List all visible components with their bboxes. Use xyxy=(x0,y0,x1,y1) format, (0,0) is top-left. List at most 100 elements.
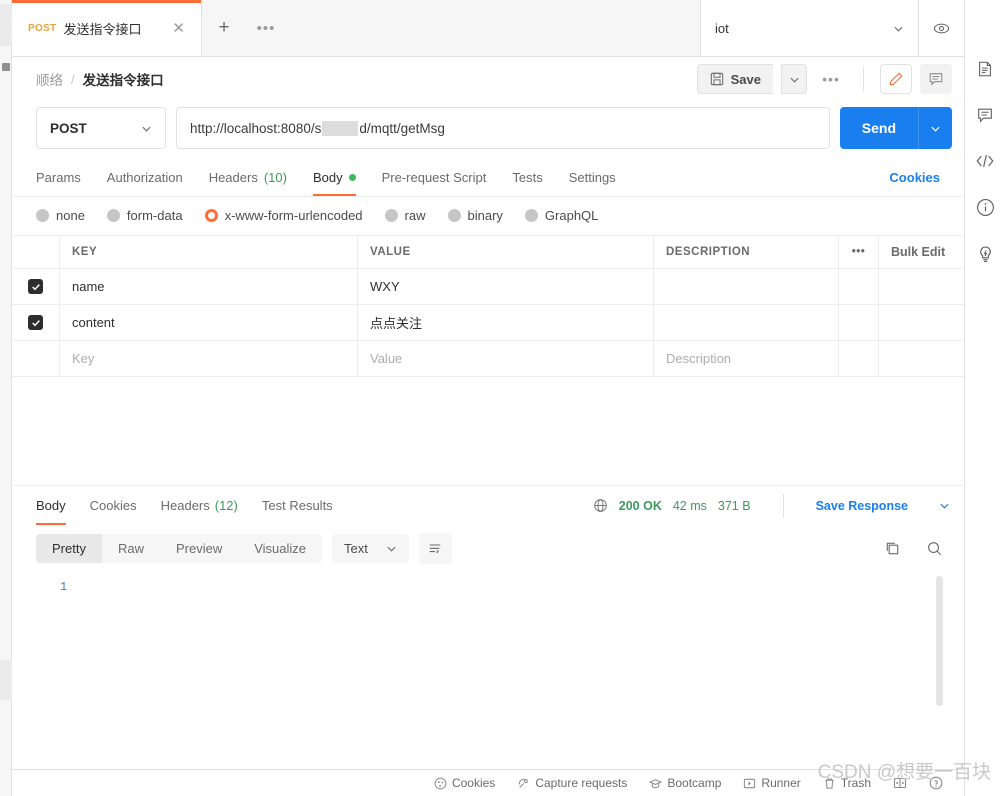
documentation-icon[interactable] xyxy=(976,60,994,78)
table-more-options-button[interactable]: ••• xyxy=(839,236,879,268)
breadcrumb-separator: / xyxy=(71,71,75,87)
wrap-lines-button[interactable] xyxy=(418,533,452,564)
breadcrumb-bar: 顺络 / 发送指令接口 Save ••• xyxy=(12,57,964,101)
body-type-raw[interactable]: raw xyxy=(384,208,426,223)
layout-toggle-button[interactable] xyxy=(882,776,918,790)
tab-strip: POST 发送指令接口 ✕ + ••• iot xyxy=(12,0,964,57)
code-icon[interactable] xyxy=(975,152,995,170)
sidebar-expand-handle[interactable] xyxy=(2,63,10,71)
tab-authorization[interactable]: Authorization xyxy=(107,159,183,196)
breadcrumb-collection[interactable]: 顺络 xyxy=(36,69,63,89)
close-icon[interactable]: ✕ xyxy=(170,21,187,36)
new-key-input[interactable]: Key xyxy=(60,341,358,376)
tab-more-button[interactable]: ••• xyxy=(246,0,286,56)
runner-icon xyxy=(743,777,756,790)
environment-quick-look-button[interactable] xyxy=(919,0,964,56)
cookies-link[interactable]: Cookies xyxy=(889,170,940,185)
body-type-binary[interactable]: binary xyxy=(447,208,503,223)
row-value[interactable]: 点点关注 xyxy=(358,305,654,340)
copy-response-button[interactable] xyxy=(876,534,908,564)
response-tab-body[interactable]: Body xyxy=(36,486,66,526)
response-view-segmented-control: Pretty Raw Preview Visualize xyxy=(36,534,323,563)
status-capture-requests-label: Capture requests xyxy=(535,776,628,790)
sidebar-bottom-block xyxy=(0,660,12,700)
comment-icon xyxy=(928,71,944,87)
tab-params[interactable]: Params xyxy=(36,159,81,196)
save-button[interactable]: Save xyxy=(696,64,773,94)
table-row[interactable]: content 点点关注 xyxy=(12,305,964,341)
comments-icon[interactable] xyxy=(976,106,994,124)
http-method-select[interactable]: POST xyxy=(36,107,166,149)
save-response-button[interactable]: Save Response xyxy=(816,499,908,513)
edit-request-button[interactable] xyxy=(880,64,912,94)
view-raw[interactable]: Raw xyxy=(102,534,160,563)
tab-headers[interactable]: Headers (10) xyxy=(209,159,287,196)
send-options-button[interactable] xyxy=(918,107,952,149)
body-type-graphql[interactable]: GraphQL xyxy=(524,208,598,223)
save-options-button[interactable] xyxy=(781,64,807,94)
new-value-input[interactable]: Value xyxy=(358,341,654,376)
status-runner-button[interactable]: Runner xyxy=(732,776,811,790)
table-row-empty[interactable]: Key Value Description xyxy=(12,341,964,377)
lightbulb-icon[interactable] xyxy=(976,245,995,264)
status-trash-button[interactable]: Trash xyxy=(812,776,882,790)
send-button-label: Send xyxy=(861,120,896,136)
collapsed-sidebar[interactable] xyxy=(0,0,12,796)
send-button[interactable]: Send xyxy=(839,107,952,149)
row-checkbox-empty[interactable] xyxy=(12,341,60,376)
row-checkbox[interactable] xyxy=(12,269,60,304)
table-row[interactable]: name WXY xyxy=(12,269,964,305)
response-tab-headers-count: (12) xyxy=(214,498,238,513)
save-response-caret-icon[interactable] xyxy=(939,500,950,511)
help-button[interactable] xyxy=(918,776,954,790)
response-tab-cookies-label: Cookies xyxy=(89,498,137,513)
response-tab-cookies[interactable]: Cookies xyxy=(90,486,137,526)
response-body-editor[interactable]: 1 xyxy=(12,572,964,769)
row-checkbox[interactable] xyxy=(12,305,60,340)
view-visualize[interactable]: Visualize xyxy=(238,534,322,563)
tab-pre-request-script[interactable]: Pre-request Script xyxy=(382,159,487,196)
body-type-form-data[interactable]: form-data xyxy=(106,208,183,223)
view-pretty[interactable]: Pretty xyxy=(36,534,102,563)
new-description-input[interactable]: Description xyxy=(654,341,839,376)
status-bootcamp-button[interactable]: Bootcamp xyxy=(638,776,732,790)
tab-body[interactable]: Body xyxy=(312,159,356,196)
search-response-button[interactable] xyxy=(918,534,950,564)
row-spacer-dots xyxy=(839,341,879,376)
environment-selector[interactable]: iot xyxy=(701,0,919,56)
info-icon[interactable] xyxy=(976,198,995,217)
tab-title-label: 发送指令接口 xyxy=(63,21,142,37)
tab-strip-spacer xyxy=(286,0,701,56)
response-format-select[interactable]: Text xyxy=(332,534,409,563)
row-key[interactable]: name xyxy=(60,269,358,304)
checkbox-checked-icon xyxy=(28,315,43,330)
bulk-edit-button[interactable]: Bulk Edit xyxy=(879,236,964,268)
request-tab-active[interactable]: POST 发送指令接口 ✕ xyxy=(12,0,202,56)
response-tab-headers[interactable]: Headers (12) xyxy=(161,486,238,526)
row-description[interactable] xyxy=(654,269,839,304)
row-description[interactable] xyxy=(654,305,839,340)
row-spacer-dots xyxy=(839,269,879,304)
chevron-down-icon xyxy=(141,123,152,134)
tab-body-label: Body xyxy=(312,170,343,185)
status-cookies-button[interactable]: Cookies xyxy=(423,776,506,790)
tab-tests[interactable]: Tests xyxy=(512,159,542,196)
response-scrollbar[interactable] xyxy=(936,576,943,706)
url-redacted-segment xyxy=(322,120,359,136)
new-tab-button[interactable]: + xyxy=(202,0,246,56)
tab-settings[interactable]: Settings xyxy=(569,159,616,196)
response-size: 371 B xyxy=(717,498,751,513)
header-key: KEY xyxy=(60,236,358,268)
view-preview[interactable]: Preview xyxy=(160,534,238,563)
status-capture-requests-button[interactable]: Capture requests xyxy=(506,776,638,790)
request-more-actions-button[interactable]: ••• xyxy=(815,64,847,94)
body-type-urlencoded[interactable]: x-www-form-urlencoded xyxy=(204,208,363,223)
row-value[interactable]: WXY xyxy=(358,269,654,304)
body-type-none[interactable]: none xyxy=(36,208,85,223)
comments-button[interactable] xyxy=(920,64,952,94)
response-tab-test-results[interactable]: Test Results xyxy=(262,486,333,526)
body-empty-space xyxy=(12,377,964,485)
row-key[interactable]: content xyxy=(60,305,358,340)
url-input[interactable]: http://localhost:8080/s d/mqtt/getMsg xyxy=(176,107,830,149)
tab-authorization-label: Authorization xyxy=(106,170,183,185)
